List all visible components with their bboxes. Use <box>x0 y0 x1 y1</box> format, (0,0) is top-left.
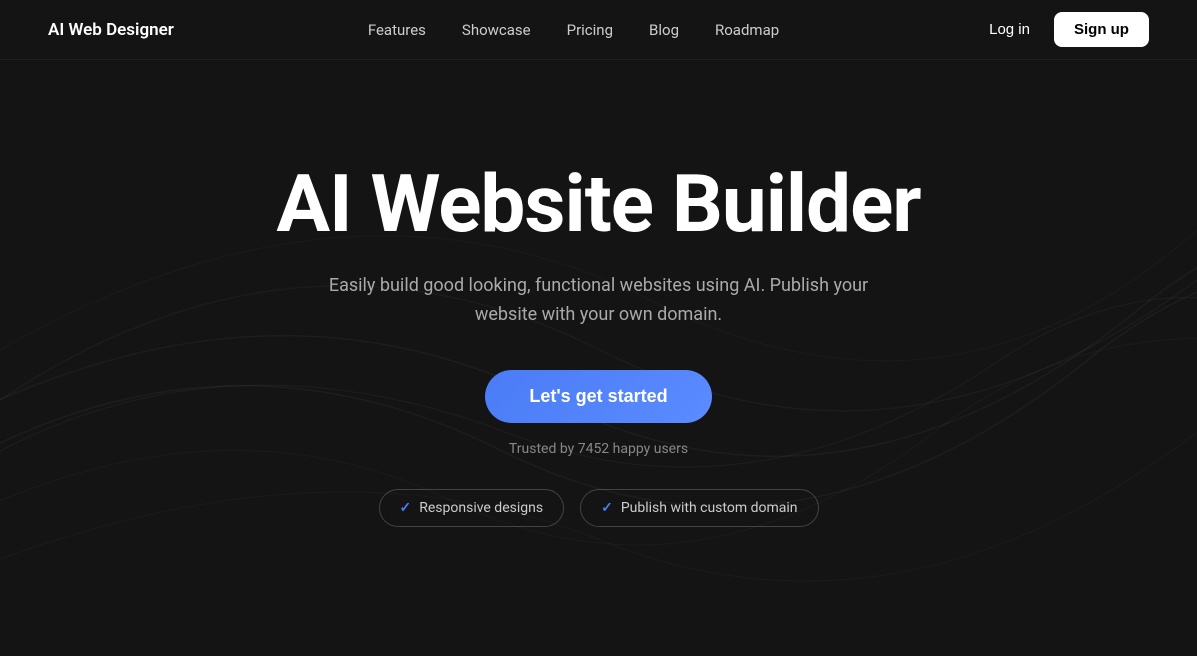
badge-custom-domain-label: Publish with custom domain <box>621 500 798 516</box>
signup-button[interactable]: Sign up <box>1054 12 1149 47</box>
nav-actions: Log in Sign up <box>973 12 1149 47</box>
nav-links: Features Showcase Pricing Blog Roadmap <box>368 20 779 39</box>
nav-pricing[interactable]: Pricing <box>567 21 613 39</box>
nav-features[interactable]: Features <box>368 21 426 39</box>
cta-button[interactable]: Let's get started <box>485 370 711 423</box>
hero-section: AI Website Builder Easily build good loo… <box>0 60 1197 527</box>
check-icon-domain: ✓ <box>601 500 613 516</box>
feature-badges: ✓ Responsive designs ✓ Publish with cust… <box>379 489 819 527</box>
login-button[interactable]: Log in <box>973 13 1046 46</box>
badge-responsive[interactable]: ✓ Responsive designs <box>379 489 565 527</box>
nav-showcase[interactable]: Showcase <box>462 21 531 39</box>
badge-custom-domain[interactable]: ✓ Publish with custom domain <box>580 489 818 527</box>
navbar: AI Web Designer Features Showcase Pricin… <box>0 0 1197 60</box>
nav-blog[interactable]: Blog <box>649 21 679 39</box>
nav-roadmap[interactable]: Roadmap <box>715 21 779 39</box>
hero-title: AI Website Builder <box>276 160 920 248</box>
check-icon-responsive: ✓ <box>400 500 412 516</box>
hero-subtitle: Easily build good looking, functional we… <box>329 272 869 330</box>
badge-responsive-label: Responsive designs <box>419 500 543 516</box>
brand-logo[interactable]: AI Web Designer <box>48 20 174 40</box>
trusted-users-text: Trusted by 7452 happy users <box>509 441 688 457</box>
